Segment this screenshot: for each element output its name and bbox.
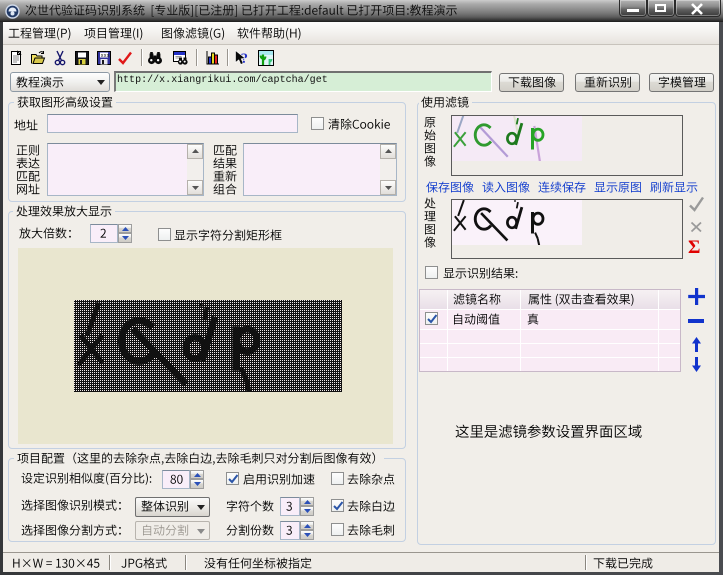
svg-text:xxx: xxx	[101, 53, 110, 59]
